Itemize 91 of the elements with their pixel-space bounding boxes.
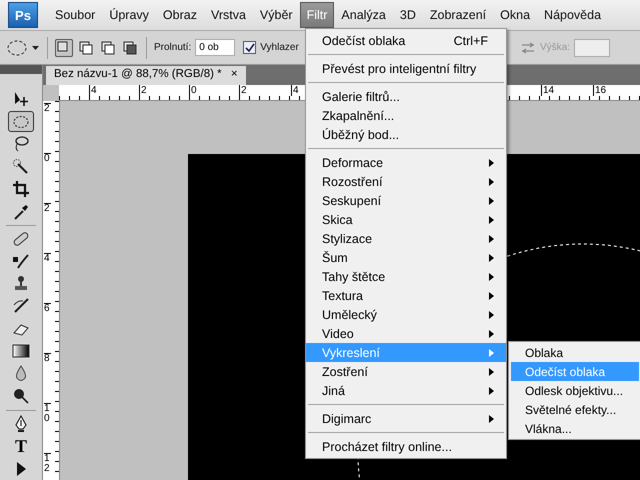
ball-icon (12, 387, 30, 406)
ruler-number: 4 (89, 85, 97, 96)
menu-item[interactable]: Stylizace (306, 229, 506, 248)
menu-item[interactable]: Výběr (252, 2, 300, 28)
menu-item[interactable]: Úpravy (102, 2, 156, 28)
submenu-arrow-icon (489, 348, 494, 356)
submenu-arrow-icon (489, 234, 494, 242)
add-selection-icon (79, 40, 93, 54)
menu-item[interactable]: 3D (392, 2, 423, 28)
submenu-arrow-icon (489, 158, 494, 166)
submenu-arrow-icon (489, 196, 494, 204)
menu-item[interactable]: Analýza (334, 2, 393, 28)
ruler-number: 8 (44, 353, 51, 364)
selection-mode-button[interactable] (55, 38, 73, 56)
menu-item[interactable]: Digimarc (306, 409, 506, 428)
ruler-number: 10 (44, 403, 51, 424)
wand-icon (12, 158, 30, 176)
eyedropper-icon (12, 202, 30, 221)
ruler-number: 0 (44, 153, 51, 164)
menu-item[interactable]: Obraz (156, 2, 204, 28)
submenu-arrow-icon (489, 368, 494, 376)
menu-item[interactable]: Šum (306, 248, 506, 267)
menu-item[interactable]: Odečíst oblaka Ctrl+F (306, 31, 506, 50)
menu-item[interactable]: Umělecký (306, 305, 506, 324)
menu-item[interactable]: Galerie filtrů... (306, 87, 506, 106)
menu-item[interactable]: Odlesk objektivu... (511, 381, 639, 400)
ruler-number: 2 (44, 203, 51, 214)
menu-item[interactable]: Vlákna... (511, 419, 639, 438)
menu-item[interactable]: Převést pro inteligentní filtry (306, 59, 506, 78)
move-icon (12, 90, 30, 108)
close-button[interactable]: × (230, 68, 238, 80)
feather-field[interactable]: 0 ob (195, 39, 236, 56)
menu-item[interactable]: Oblaka (511, 343, 639, 362)
tool-button[interactable]: T (8, 436, 34, 457)
menu-item[interactable]: Textura (306, 286, 506, 305)
document-tab[interactable]: Bez názvu-1 @ 88,7% (RGB/8) * × (46, 66, 246, 85)
checkbox[interactable] (243, 41, 256, 54)
menu-item[interactable]: Soubor (48, 2, 102, 28)
submenu-arrow-icon (489, 254, 494, 262)
menu-item[interactable]: Video (306, 324, 506, 343)
caret-icon[interactable] (32, 44, 40, 50)
antialias-label: Vyhlazer (260, 42, 299, 53)
submenu-arrow-icon (489, 216, 494, 224)
menu-item[interactable]: Jiná (306, 381, 506, 400)
submenu-arrow-icon (489, 178, 494, 186)
menu-item[interactable]: Zobrazení (422, 2, 494, 28)
menu-item[interactable]: Okna (493, 2, 538, 28)
brush-icon (12, 252, 30, 270)
menu-item[interactable]: Zostření (306, 362, 506, 381)
intersect-selection-icon (123, 40, 137, 54)
menu-item[interactable]: Rozostření (306, 172, 506, 191)
selection-mode-button[interactable] (121, 38, 139, 56)
history-brush-icon (12, 297, 30, 316)
selection-mode-button[interactable] (77, 38, 95, 56)
height-label: Výška: (540, 42, 570, 53)
menu-item[interactable]: Seskupení (306, 191, 506, 210)
submenu-arrow-icon (489, 292, 494, 300)
ruler-number: 0 (189, 85, 197, 96)
height-field[interactable] (574, 38, 610, 56)
ruler-number: 2 (239, 85, 247, 96)
submenu-arrow-icon (489, 386, 494, 394)
ellipse-icon[interactable] (6, 38, 28, 56)
submenu-arrow-icon (489, 414, 494, 422)
stamp-icon (12, 274, 30, 293)
ruler-number: 6 (44, 303, 51, 314)
gradient-icon (12, 342, 30, 360)
submenu-arrow-icon (489, 272, 494, 280)
menu-item[interactable]: Deformace (306, 153, 506, 172)
ruler-number: 2 (44, 103, 51, 114)
submenu-arrow-icon (489, 330, 494, 338)
menu-item[interactable]: Úběžný bod... (306, 125, 506, 144)
menu-item[interactable]: Vrstva (204, 2, 253, 28)
app-logo[interactable]: Ps (8, 2, 38, 28)
crop-icon (12, 180, 30, 198)
menu-item[interactable]: Procházet filtry online... (306, 437, 506, 456)
menu-item[interactable]: Tahy štětce (306, 267, 506, 286)
feather-label: Prolnutí: (154, 42, 192, 53)
ruler-number: 2 (139, 85, 147, 96)
ruler-number: 4 (291, 85, 299, 96)
ruler-number: 14 (541, 85, 554, 96)
selection-mode-button[interactable] (99, 38, 117, 56)
menu-item[interactable]: Skica (306, 210, 506, 229)
menu-item[interactable]: Nápověda (537, 2, 608, 28)
tool-button[interactable] (8, 111, 34, 132)
menu-item[interactable]: Světelné efekty... (511, 400, 639, 419)
subtract-selection-icon (101, 40, 115, 54)
ruler-number: 4 (44, 253, 51, 264)
submenu-arrow-icon (489, 310, 494, 318)
ruler-number: 12 (44, 453, 51, 474)
menu-item[interactable]: Zkapalnění... (306, 106, 506, 125)
ruler-number: 16 (593, 85, 606, 96)
